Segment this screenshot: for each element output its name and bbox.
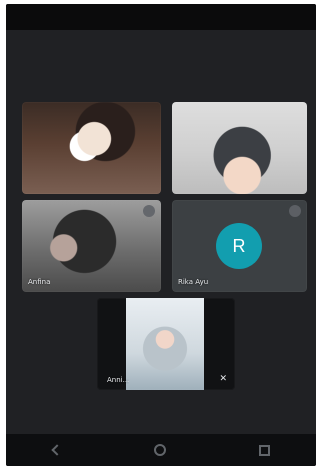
back-icon[interactable] [50,444,63,456]
participant-name: Anfina [28,278,51,286]
status-bar [6,4,316,30]
mic-muted-icon: ✕ [219,374,227,384]
pin-icon[interactable] [143,205,155,217]
participant-name: Anni... [107,376,130,384]
participant-tile-5[interactable]: Anni... ✕ [97,298,235,390]
participant-tile-4[interactable]: R Rika Ayu [172,200,307,292]
meeting-grid: Anfina R Rika Ayu Anni... ✕ [6,30,316,434]
participant-video [126,298,204,390]
navigation-bar [6,434,316,466]
pin-icon[interactable] [289,205,301,217]
avatar: R [216,223,262,269]
participant-tile-1[interactable] [22,102,161,194]
device-screen: Anfina R Rika Ayu Anni... ✕ [6,4,316,466]
home-icon[interactable] [153,444,166,456]
participant-tile-3[interactable]: Anfina [22,200,161,292]
participant-name: Rika Ayu [178,278,209,286]
participant-tile-2[interactable] [172,102,307,194]
recent-apps-icon[interactable] [258,444,270,456]
